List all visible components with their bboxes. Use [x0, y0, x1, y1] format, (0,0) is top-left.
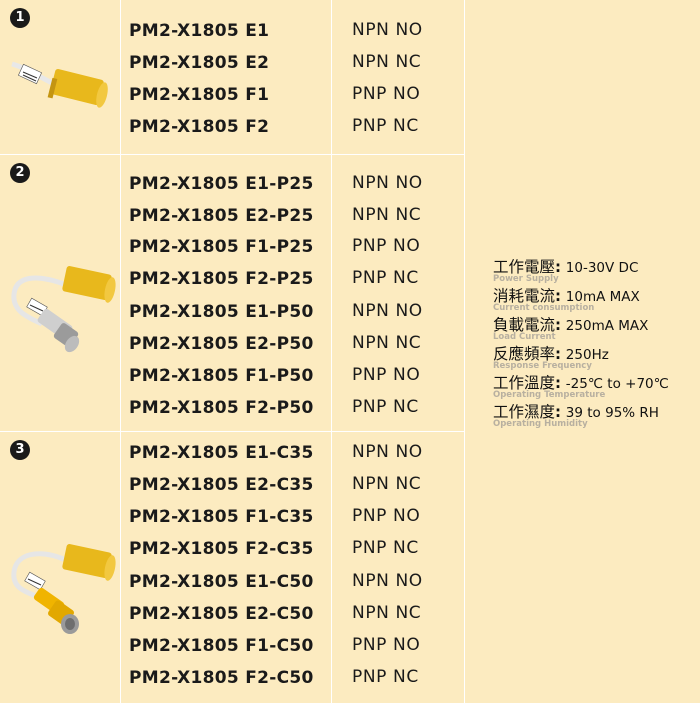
spec-english-label: Response Frequency: [493, 361, 592, 371]
spec-value: 250mA MAX: [565, 318, 649, 334]
group-1-image-cell: 1: [0, 0, 120, 154]
group-1-models: PM2-X1805 E1 PM2-X1805 E2 PM2-X1805 F1 P…: [121, 0, 331, 154]
output-type: PNP NO: [352, 236, 421, 256]
output-type: NPN NC: [352, 603, 422, 623]
model-name: PM2-X1805 E2-C35: [129, 475, 314, 495]
output-type: PNP NC: [352, 116, 419, 136]
output-type: PNP NC: [352, 268, 419, 288]
output-type: PNP NC: [352, 538, 419, 558]
output-type: NPN NO: [352, 301, 423, 321]
model-name: PM2-X1805 E2-P50: [129, 334, 314, 354]
group-number-badge: 2: [10, 163, 30, 183]
sensor-short-cable-image: [11, 61, 108, 108]
output-type: PNP NO: [352, 365, 421, 385]
output-type: PNP NC: [352, 397, 419, 417]
model-name: PM2-X1805 E1-C50: [129, 572, 314, 592]
output-type: NPN NO: [352, 173, 423, 193]
group-number-badge: 3: [10, 440, 30, 460]
model-name: PM2-X1805 E1-C35: [129, 443, 314, 463]
group-2-types: NPN NO NPN NC PNP NO PNP NC NPN NO NPN N…: [332, 155, 464, 431]
spec-colon: :: [555, 316, 562, 334]
group-2-models: PM2-X1805 E1-P25 PM2-X1805 E2-P25 PM2-X1…: [121, 155, 331, 431]
output-type: NPN NO: [352, 571, 423, 591]
sensor-with-c-connector-image: [11, 544, 116, 634]
output-type: NPN NO: [352, 20, 423, 40]
spec-power-supply: 工作電壓: 10-30V DC Power Supply: [493, 255, 638, 284]
group-3-types: NPN NO NPN NC PNP NO PNP NC NPN NO NPN N…: [332, 432, 464, 703]
group-number-badge: 1: [10, 8, 30, 28]
model-name: PM2-X1805 F2-P25: [129, 269, 314, 289]
model-name: PM2-X1805 F2: [129, 117, 270, 137]
spec-value: 10-30V DC: [565, 260, 639, 276]
model-name: PM2-X1805 F2-C50: [129, 668, 314, 688]
model-name: PM2-X1805 E1-P25: [129, 174, 314, 194]
model-name: PM2-X1805 F1-P25: [129, 237, 314, 257]
model-name: PM2-X1805 F2-P50: [129, 398, 314, 418]
output-type: NPN NC: [352, 52, 422, 72]
model-name: PM2-X1805 F2-C35: [129, 539, 314, 559]
output-type: PNP NO: [352, 84, 421, 104]
spec-response-frequency: 反應頻率: 250Hz Response Frequency: [493, 342, 609, 371]
output-type: PNP NO: [352, 635, 421, 655]
model-name: PM2-X1805 F1-C50: [129, 636, 314, 656]
model-name: PM2-X1805 F1: [129, 85, 270, 105]
model-name: PM2-X1805 F1-P50: [129, 366, 314, 386]
output-type: NPN NO: [352, 442, 423, 462]
model-name: PM2-X1805 F1-C35: [129, 507, 314, 527]
model-name: PM2-X1805 E2-P25: [129, 206, 314, 226]
group-1-types: NPN NO NPN NC PNP NO PNP NC: [332, 0, 464, 154]
group-2-image-cell: 2: [0, 155, 120, 431]
model-name: PM2-X1805 E2: [129, 53, 270, 73]
spec-operating-humidity: 工作濕度: 39 to 95% RH Operating Humidity: [493, 400, 659, 429]
model-name: PM2-X1805 E1: [129, 21, 270, 41]
group-3-image-cell: 3: [0, 432, 120, 703]
output-type: NPN NC: [352, 333, 422, 353]
sensor-with-p-connector-image: [11, 266, 116, 353]
model-name: PM2-X1805 E1-P50: [129, 302, 314, 322]
output-type: NPN NC: [352, 205, 422, 225]
group-3-models: PM2-X1805 E1-C35 PM2-X1805 E2-C35 PM2-X1…: [121, 432, 331, 703]
specifications-panel: 工作電壓: 10-30V DC Power Supply 消耗電流: 10mA …: [465, 0, 700, 703]
output-type: PNP NC: [352, 667, 419, 687]
output-type: PNP NO: [352, 506, 421, 526]
spec-load-current: 負載電流: 250mA MAX Load Current: [493, 313, 648, 342]
spec-current-consumption: 消耗電流: 10mA MAX Current consumption: [493, 284, 640, 313]
model-name: PM2-X1805 E2-C50: [129, 604, 314, 624]
output-type: NPN NC: [352, 474, 422, 494]
spec-operating-temperature: 工作溫度: -25℃ to +70℃ Operating Temperature: [493, 371, 669, 400]
